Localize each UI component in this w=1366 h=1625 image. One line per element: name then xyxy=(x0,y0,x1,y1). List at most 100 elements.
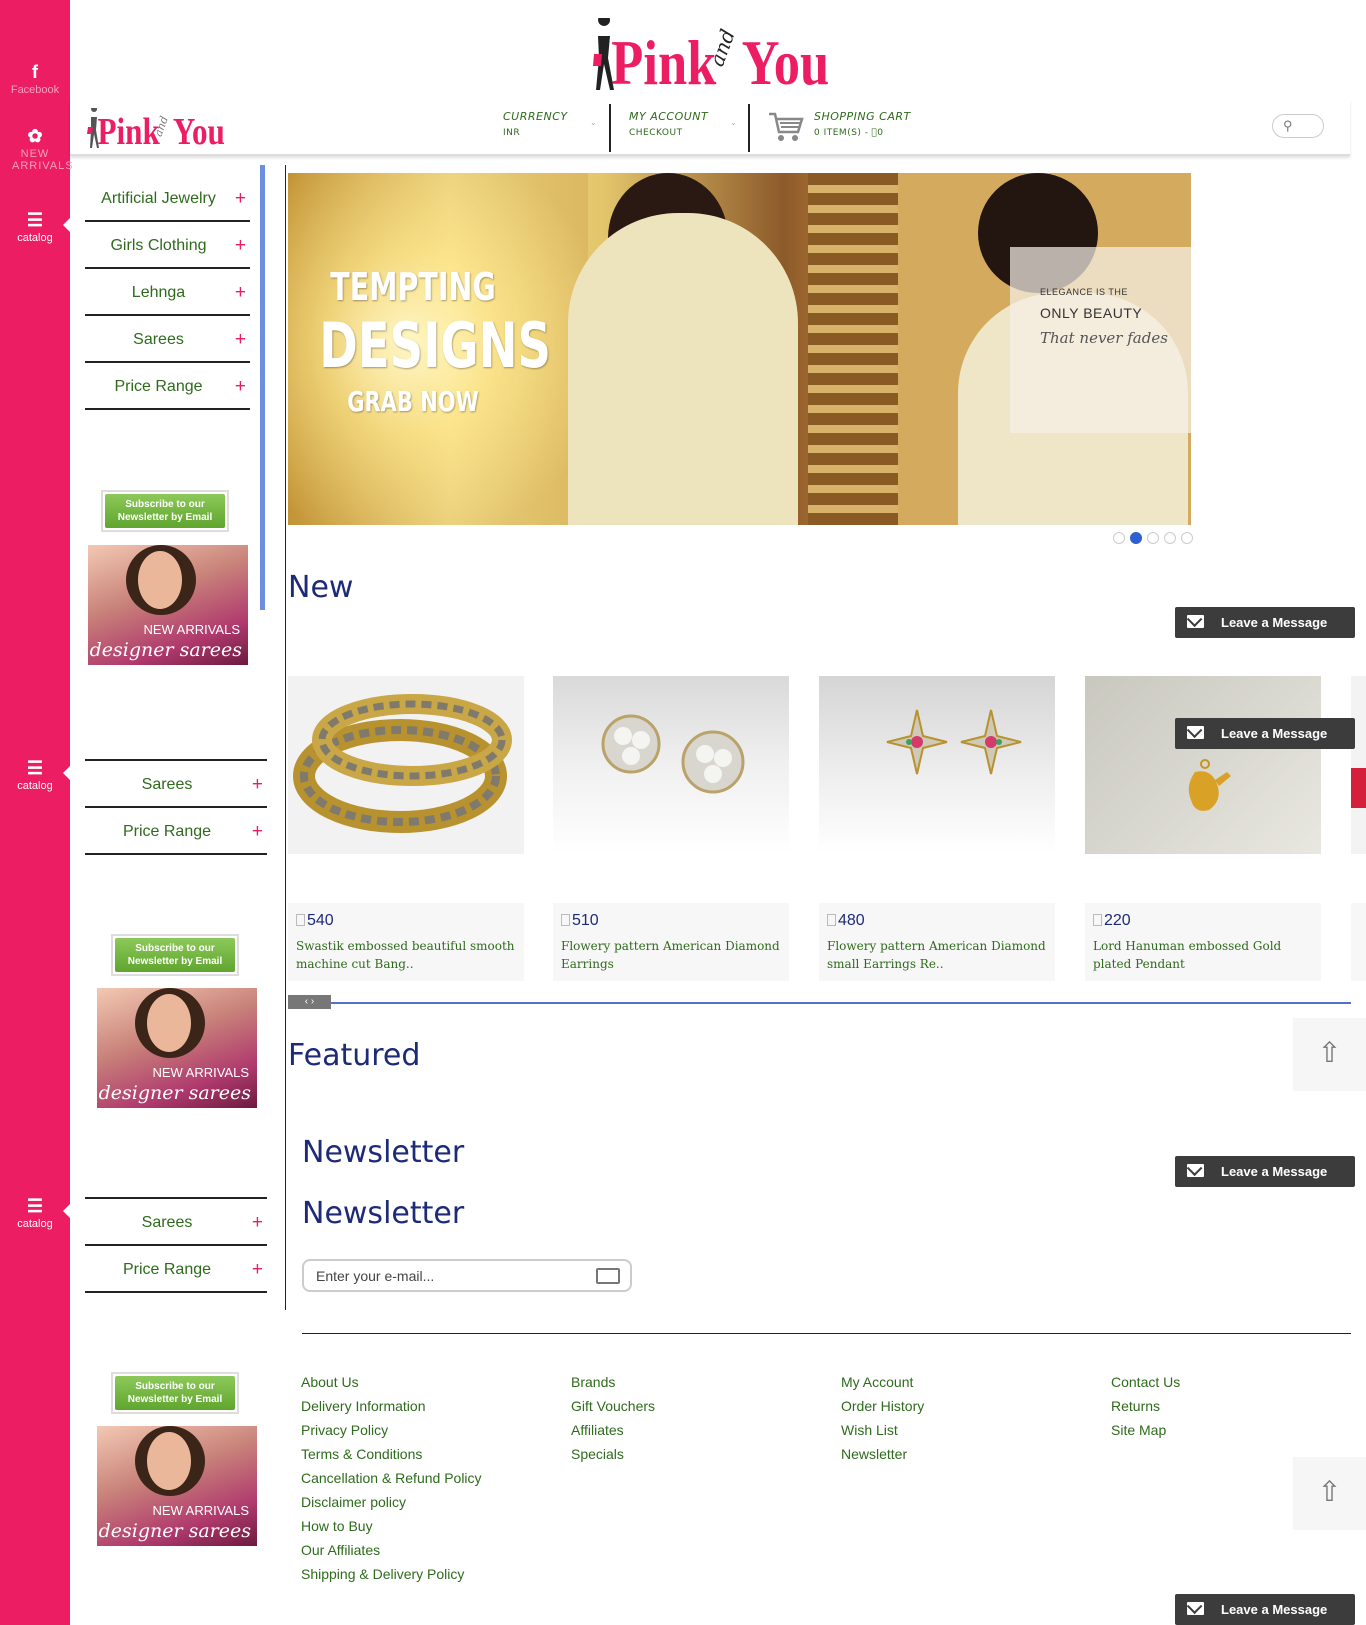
subscribe-button[interactable]: Subscribe to our Newsletter by Email xyxy=(111,1372,239,1414)
expand-icon[interactable]: + xyxy=(235,269,246,316)
site-logo[interactable]: Pink and You xyxy=(590,18,850,94)
footer-link[interactable]: Shipping & Delivery Policy xyxy=(301,1562,482,1586)
product-price: 510 xyxy=(561,912,781,930)
expand-icon[interactable]: + xyxy=(252,761,263,808)
footer-link[interactable]: Site Map xyxy=(1111,1418,1180,1442)
expand-icon[interactable]: + xyxy=(235,363,246,410)
leave-message-button[interactable]: Leave a Message xyxy=(1175,1156,1355,1187)
expand-icon[interactable]: + xyxy=(252,1199,263,1246)
slider-dot[interactable] xyxy=(1181,532,1193,544)
catalog-toggle-1[interactable]: ☰ catalog xyxy=(0,210,70,244)
carousel-scrollbar[interactable] xyxy=(331,1002,1351,1004)
checkout-link[interactable]: CHECKOUT xyxy=(629,128,708,138)
search-input[interactable]: ⚲ xyxy=(1272,114,1324,138)
product-image[interactable] xyxy=(553,676,789,854)
subscribe-button[interactable]: Subscribe to our Newsletter by Email xyxy=(101,490,229,532)
promo-banner[interactable]: NEW ARRIVALS designer sarees xyxy=(97,988,257,1108)
footer-link[interactable]: My Account xyxy=(841,1370,924,1394)
shopping-cart[interactable]: SHOPPING CART 0 ITEM(S) - ⃣0 xyxy=(814,110,911,138)
category-item[interactable]: Sarees + xyxy=(85,1199,267,1246)
category-item[interactable]: Artificial Jewelry + xyxy=(85,175,250,222)
catalog-toggle-3[interactable]: ☰ catalog xyxy=(0,1196,70,1230)
footer-link[interactable]: About Us xyxy=(301,1370,482,1394)
promo-banner[interactable]: NEW ARRIVALS designer sarees xyxy=(88,545,248,665)
notch xyxy=(63,218,70,232)
scroll-top-button[interactable]: ⇧ xyxy=(1293,1457,1366,1530)
category-item[interactable]: Price Range + xyxy=(85,363,250,410)
footer-link[interactable]: Specials xyxy=(571,1442,655,1466)
facebook-link[interactable]: f Facebook xyxy=(0,62,70,96)
catalog-toggle-2[interactable]: ☰ catalog xyxy=(0,758,70,792)
leave-message-button[interactable]: Leave a Message xyxy=(1175,1594,1355,1625)
currency-selector[interactable]: CURRENCY INR xyxy=(503,110,568,138)
account-menu[interactable]: MY ACCOUNT CHECKOUT xyxy=(629,110,708,138)
new-arrivals-link[interactable]: ✿ NEW ARRIVALS xyxy=(0,126,73,172)
category-sidebar-1: Artificial Jewelry + Girls Clothing + Lehn… xyxy=(85,175,250,410)
expand-icon[interactable]: + xyxy=(235,222,246,269)
product-name[interactable]: Flowery pattern American Diamond small E… xyxy=(827,937,1047,973)
category-item[interactable]: Price Range + xyxy=(85,808,267,855)
product-image-partial[interactable] xyxy=(1351,676,1366,854)
category-item[interactable]: Sarees + xyxy=(85,761,267,808)
category-item[interactable]: Girls Clothing + xyxy=(85,222,250,269)
product-card[interactable]: 480 Flowery pattern American Diamond sma… xyxy=(819,903,1055,981)
slider-dot-active[interactable] xyxy=(1130,532,1142,544)
footer-link[interactable]: Order History xyxy=(841,1394,924,1418)
expand-icon[interactable]: + xyxy=(235,316,246,363)
leave-message-button[interactable]: Leave a Message xyxy=(1175,607,1355,638)
footer-link[interactable]: Newsletter xyxy=(841,1442,924,1466)
product-card[interactable]: 540 Swastik embossed beautiful smooth ma… xyxy=(288,903,524,981)
product-card[interactable]: 510 Flowery pattern American Diamond Ear… xyxy=(553,903,789,981)
product-card[interactable]: 220 Lord Hanuman embossed Gold plated Pe… xyxy=(1085,903,1321,981)
expand-icon[interactable]: + xyxy=(252,808,263,855)
cart-icon[interactable] xyxy=(768,110,804,144)
product-name[interactable]: Lord Hanuman embossed Gold plated Pendan… xyxy=(1093,937,1313,973)
arrow-up-icon: ⇧ xyxy=(1317,1476,1342,1507)
header-logo[interactable]: Pink and You xyxy=(86,108,236,152)
product-image[interactable] xyxy=(288,676,524,854)
logo-pink: Pink xyxy=(611,27,716,94)
category-item[interactable]: Sarees + xyxy=(85,316,250,363)
footer-link[interactable]: Cancellation & Refund Policy xyxy=(301,1466,482,1490)
footer-link[interactable]: Gift Vouchers xyxy=(571,1394,655,1418)
footer-link[interactable]: Wish List xyxy=(841,1418,924,1442)
hero-slider[interactable]: TEMPTING DESIGNS GRAB NOW ELEGANCE IS TH… xyxy=(288,173,1191,525)
category-item[interactable]: Price Range + xyxy=(85,1246,267,1293)
sidebar-scrollbar[interactable] xyxy=(260,165,265,610)
product-name[interactable]: Flowery pattern American Diamond Earring… xyxy=(561,937,781,973)
footer-link[interactable]: Affiliates xyxy=(571,1418,655,1442)
slider-dot[interactable] xyxy=(1164,532,1176,544)
promo-banner[interactable]: NEW ARRIVALS designer sarees xyxy=(97,1426,257,1546)
product-image[interactable] xyxy=(819,676,1055,854)
newsletter-email-field[interactable]: Enter your e-mail... xyxy=(302,1259,632,1292)
footer-link[interactable]: How to Buy xyxy=(301,1514,482,1538)
footer-link[interactable]: Terms & Conditions xyxy=(301,1442,482,1466)
slider-dot[interactable] xyxy=(1147,532,1159,544)
subscribe-button[interactable]: Subscribe to our Newsletter by Email xyxy=(111,934,239,976)
logo-you: You xyxy=(742,27,830,94)
scroll-top-button[interactable]: ⇧ xyxy=(1293,1018,1366,1091)
footer-link[interactable]: Delivery Information xyxy=(301,1394,482,1418)
model-1-dress xyxy=(568,213,798,525)
rupee-icon xyxy=(561,914,570,926)
category-item[interactable]: Lehnga + xyxy=(85,269,250,316)
footer-link[interactable]: Returns xyxy=(1111,1394,1180,1418)
footer-link[interactable]: Privacy Policy xyxy=(301,1418,482,1442)
notch xyxy=(63,1204,70,1218)
carousel-nav-arrows[interactable]: ‹ › xyxy=(288,995,331,1009)
expand-icon[interactable]: + xyxy=(235,175,246,222)
mail-icon[interactable] xyxy=(596,1268,620,1284)
product-name[interactable]: Swastik embossed beautiful smooth machin… xyxy=(296,937,516,973)
footer-link[interactable]: Disclaimer policy xyxy=(301,1490,482,1514)
cart-title: SHOPPING CART xyxy=(814,110,911,123)
product-image[interactable] xyxy=(1085,676,1321,854)
product-card-partial[interactable] xyxy=(1351,903,1366,981)
category-label: Price Range xyxy=(114,378,203,395)
leave-message-button[interactable]: Leave a Message xyxy=(1175,718,1355,749)
footer-link[interactable]: Our Affiliates xyxy=(301,1538,482,1562)
slider-dot[interactable] xyxy=(1113,532,1125,544)
left-rail: f Facebook ✿ NEW ARRIVALS ☰ catalog ☰ ca… xyxy=(0,0,73,1625)
footer-link[interactable]: Brands xyxy=(571,1370,655,1394)
expand-icon[interactable]: + xyxy=(252,1246,263,1293)
footer-link[interactable]: Contact Us xyxy=(1111,1370,1180,1394)
